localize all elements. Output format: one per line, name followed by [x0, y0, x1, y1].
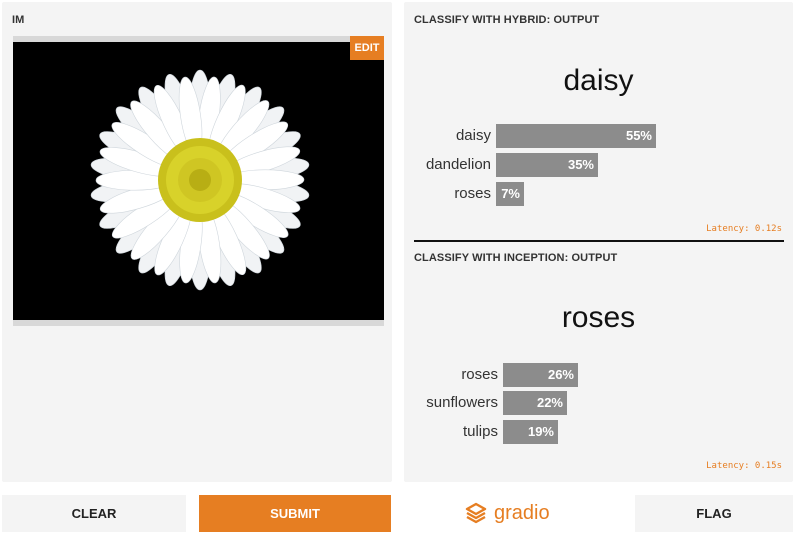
submit-button[interactable]: SUBMIT: [199, 495, 391, 532]
confidence-bar: 35%: [496, 153, 598, 177]
bar-label: roses: [454, 185, 491, 202]
bar-percent: 26%: [547, 367, 574, 382]
bar-row: roses 7%: [404, 182, 793, 206]
hybrid-output-title: CLASSIFY WITH HYBRID: OUTPUT: [414, 14, 600, 26]
bar-label: roses: [461, 366, 498, 383]
inception-output-title: CLASSIFY WITH INCEPTION: OUTPUT: [414, 252, 618, 264]
hybrid-top-class: daisy: [563, 64, 634, 97]
bar-percent: 19%: [527, 424, 554, 439]
bar-percent: 35%: [567, 157, 594, 172]
clear-button[interactable]: CLEAR: [2, 495, 186, 532]
bar-row: daisy 55%: [404, 124, 793, 148]
flag-button[interactable]: FLAG: [635, 495, 793, 532]
inception-top-class: roses: [561, 301, 636, 334]
bar-percent: 55%: [625, 128, 652, 143]
gradio-brand[interactable]: gradio: [464, 497, 550, 529]
daisy-image: [13, 42, 384, 320]
bar-row: roses 26%: [404, 363, 793, 387]
bar-row: sunflowers 22%: [404, 391, 793, 415]
image-input-frame[interactable]: EDIT: [13, 36, 384, 326]
input-label: IM: [12, 14, 25, 26]
bar-label: tulips: [462, 423, 498, 440]
input-image: [13, 42, 384, 320]
bar-percent: 7%: [501, 186, 520, 201]
bar-label: daisy: [455, 127, 491, 144]
output-panel: CLASSIFY WITH HYBRID: OUTPUT daisy daisy…: [404, 2, 793, 482]
confidence-bar: 55%: [496, 124, 656, 148]
hybrid-latency: Latency: 0.12s: [706, 224, 782, 234]
confidence-bar: 26%: [503, 363, 578, 387]
brand-name: gradio: [494, 501, 550, 524]
bar-row: dandelion 35%: [404, 153, 793, 177]
gradio-logo-icon: [465, 502, 487, 524]
bar-label: sunflowers: [426, 394, 498, 411]
confidence-bar: 22%: [503, 391, 567, 415]
bar-percent: 22%: [536, 395, 563, 410]
bar-row: tulips 19%: [404, 420, 793, 444]
confidence-bar: 19%: [503, 420, 558, 444]
inception-latency: Latency: 0.15s: [706, 461, 782, 471]
bar-label: dandelion: [425, 156, 491, 173]
output-divider: [414, 240, 784, 242]
edit-button[interactable]: EDIT: [350, 36, 384, 60]
confidence-bar: 7%: [496, 182, 524, 206]
input-panel: IM EDIT: [2, 2, 392, 482]
